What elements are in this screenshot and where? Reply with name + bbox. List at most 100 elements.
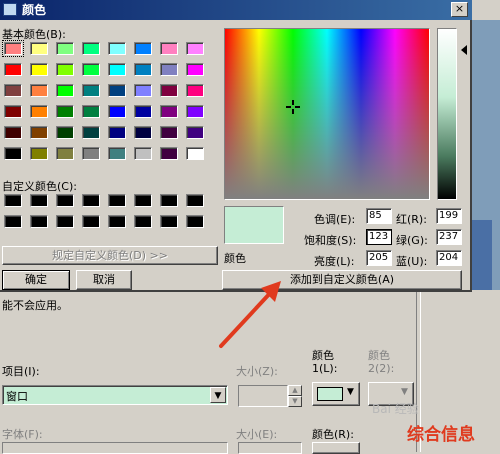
green-field[interactable]: 237 [436, 229, 462, 245]
basic-color-swatch[interactable] [30, 84, 48, 97]
basic-color-swatch[interactable] [82, 63, 100, 76]
basic-color-swatch[interactable] [4, 84, 22, 97]
custom-color-swatch[interactable] [108, 215, 126, 228]
size-down-icon: ▼ [288, 396, 302, 407]
luminance-field[interactable]: 205 [366, 250, 392, 266]
basic-color-swatch[interactable] [56, 63, 74, 76]
basic-color-swatch[interactable] [30, 126, 48, 139]
basic-color-swatch[interactable] [108, 63, 126, 76]
basic-color-swatch[interactable] [186, 105, 204, 118]
custom-color-swatch[interactable] [4, 215, 22, 228]
basic-color-swatch[interactable] [56, 42, 74, 55]
preview-label: 颜色 [224, 252, 246, 265]
luminance-slider[interactable] [437, 28, 457, 200]
basic-color-swatch[interactable] [2, 40, 24, 57]
annotation-arrow-icon [219, 281, 281, 348]
ok-button[interactable]: 确定 [2, 270, 70, 290]
basic-color-swatch[interactable] [4, 105, 22, 118]
basic-color-swatch[interactable] [30, 42, 48, 55]
custom-color-swatch[interactable] [160, 194, 178, 207]
basic-color-swatch[interactable] [30, 147, 48, 160]
custom-color-swatch[interactable] [30, 194, 48, 207]
basic-color-swatch[interactable] [186, 84, 204, 97]
color1-button[interactable]: ▼ [312, 382, 360, 406]
basic-color-swatch[interactable] [160, 105, 178, 118]
color1-swatch [317, 387, 343, 401]
close-button[interactable]: × [451, 2, 468, 17]
basic-color-swatch[interactable] [4, 126, 22, 139]
palette-icon [3, 3, 17, 16]
custom-color-swatch[interactable] [56, 194, 74, 207]
basic-colors-label: 基本颜色(B): [2, 28, 66, 41]
basic-color-swatch[interactable] [186, 126, 204, 139]
hue-field[interactable]: 85 [366, 208, 392, 224]
item-dropdown-button[interactable]: ▼ [210, 387, 226, 403]
basic-color-swatch[interactable] [160, 84, 178, 97]
red-field[interactable]: 199 [436, 208, 462, 224]
note-text: 能不会应用。 [2, 299, 68, 312]
basic-color-swatch[interactable] [160, 42, 178, 55]
basic-color-swatch[interactable] [56, 105, 74, 118]
basic-color-swatch[interactable] [134, 84, 152, 97]
basic-color-swatch[interactable] [134, 147, 152, 160]
cancel-button[interactable]: 取消 [76, 270, 132, 290]
custom-color-swatch[interactable] [108, 194, 126, 207]
custom-color-swatch[interactable] [134, 215, 152, 228]
font-label: 字体(F): [2, 428, 43, 441]
basic-color-swatch[interactable] [160, 147, 178, 160]
blue-field[interactable]: 204 [436, 250, 462, 266]
basic-color-swatch[interactable] [186, 147, 204, 160]
define-custom-colors-button: 规定自定义颜色(D) >> [2, 246, 218, 265]
watermark-caption: 综合信息 [407, 425, 475, 445]
custom-color-swatch[interactable] [4, 194, 22, 207]
basic-color-swatch[interactable] [134, 126, 152, 139]
basic-color-swatch[interactable] [134, 105, 152, 118]
basic-color-swatch[interactable] [82, 84, 100, 97]
basic-color-swatch[interactable] [108, 126, 126, 139]
custom-color-swatch[interactable] [82, 215, 100, 228]
basic-color-swatch[interactable] [82, 42, 100, 55]
basic-color-swatch[interactable] [4, 147, 22, 160]
basic-color-swatch[interactable] [56, 126, 74, 139]
basic-color-swatch[interactable] [4, 63, 22, 76]
basic-color-swatch[interactable] [134, 42, 152, 55]
custom-color-swatch[interactable] [186, 194, 204, 207]
color1-label-b: 1(L): [312, 362, 338, 375]
custom-color-swatch[interactable] [160, 215, 178, 228]
basic-color-swatch[interactable] [186, 42, 204, 55]
basic-color-swatch[interactable] [30, 63, 48, 76]
color-dialog: 颜色 × 基本颜色(B): 自定义颜色(C): 规定自定义颜色(D) >> 确定… [0, 0, 472, 292]
saturation-field[interactable]: 123 [366, 229, 392, 245]
basic-color-swatch[interactable] [160, 126, 178, 139]
basic-color-swatch[interactable] [56, 84, 74, 97]
color1-label-a: 颜色 [312, 349, 334, 362]
red-label: 红(R): [396, 213, 427, 226]
basic-color-swatch[interactable] [56, 147, 74, 160]
basic-color-swatch[interactable] [160, 63, 178, 76]
basic-color-swatch[interactable] [186, 63, 204, 76]
basic-color-swatch[interactable] [82, 147, 100, 160]
basic-color-swatch[interactable] [134, 63, 152, 76]
basic-color-swatch[interactable] [108, 105, 126, 118]
custom-color-swatch[interactable] [82, 194, 100, 207]
basic-color-swatch[interactable] [82, 105, 100, 118]
custom-color-swatch[interactable] [30, 215, 48, 228]
custom-color-swatch[interactable] [56, 215, 74, 228]
basic-color-swatch[interactable] [108, 84, 126, 97]
basic-color-swatch[interactable] [30, 105, 48, 118]
hue-label: 色调(E): [314, 213, 356, 226]
basic-color-swatch[interactable] [108, 42, 126, 55]
custom-color-swatch[interactable] [186, 215, 204, 228]
size2-label: 大小(E): [236, 428, 278, 441]
crosshair-icon [286, 100, 300, 114]
color-spectrum[interactable] [224, 28, 430, 200]
basic-colors-grid [2, 40, 212, 166]
saturation-label: 饱和度(S): [304, 234, 357, 247]
item-label: 项目(I): [2, 365, 40, 378]
custom-color-swatch[interactable] [134, 194, 152, 207]
color2-label-a: 颜色 [368, 349, 390, 362]
luminance-arrow-icon[interactable] [461, 45, 467, 55]
item-combo[interactable]: 窗口 ▼ [2, 385, 228, 405]
basic-color-swatch[interactable] [108, 147, 126, 160]
basic-color-swatch[interactable] [82, 126, 100, 139]
